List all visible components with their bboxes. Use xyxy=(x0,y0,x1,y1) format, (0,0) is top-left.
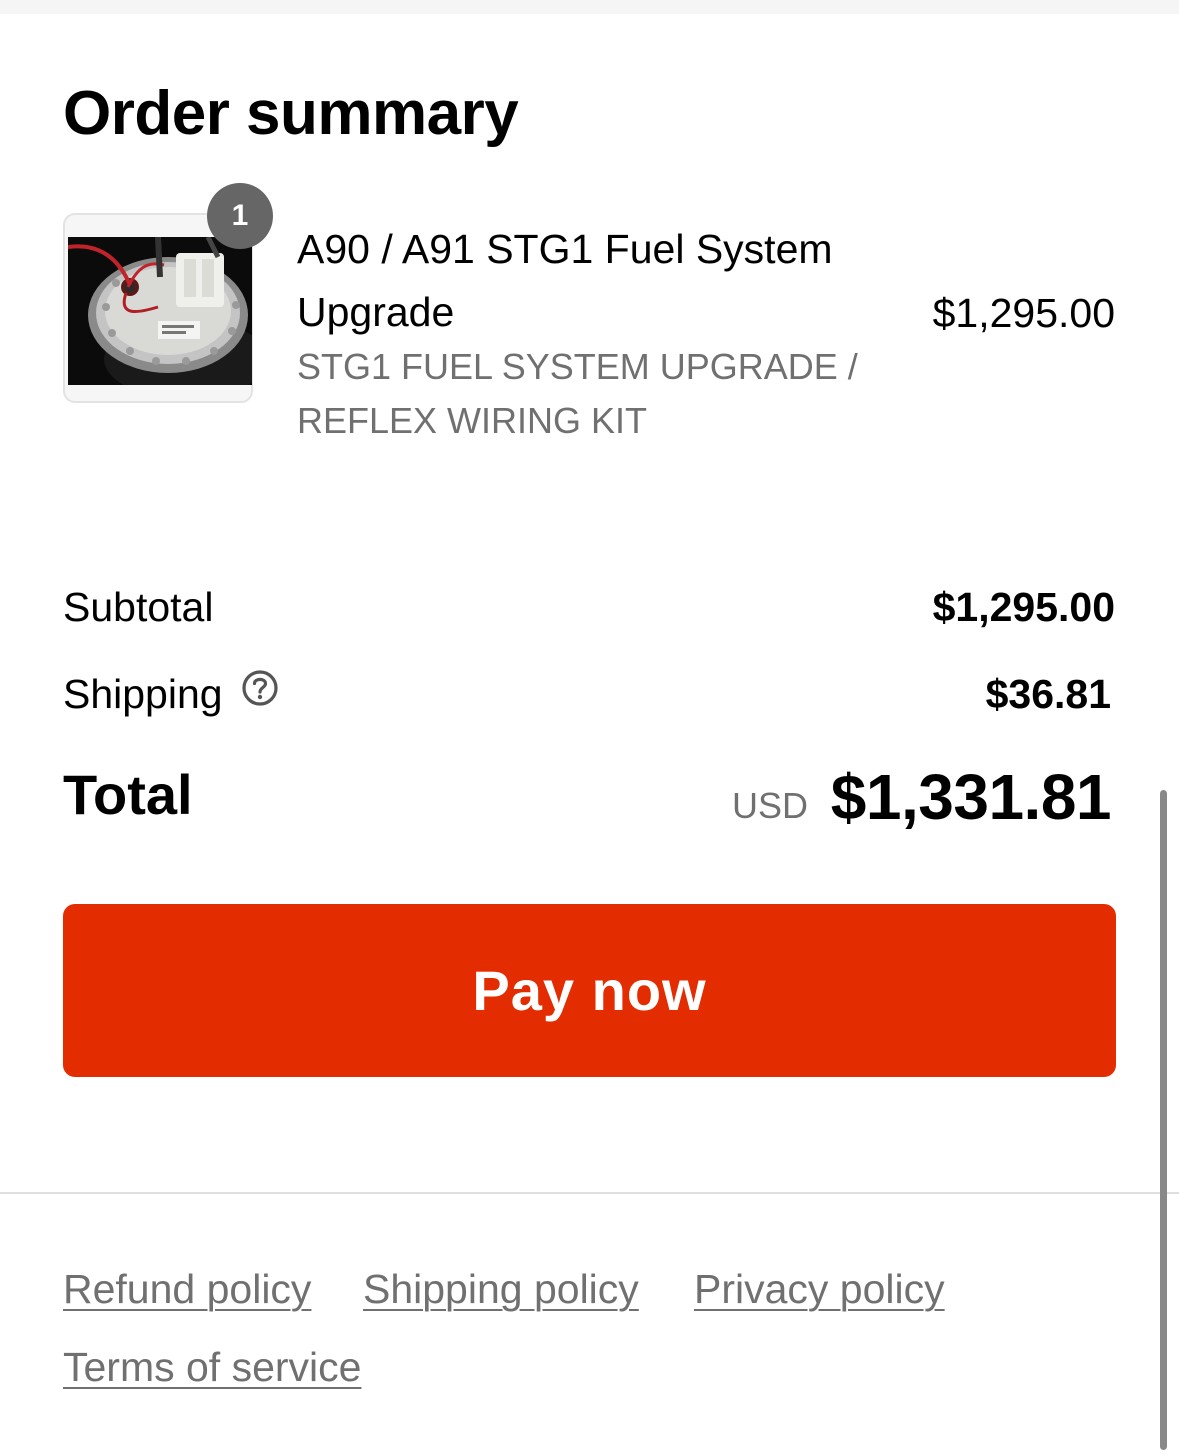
question-circle-icon[interactable] xyxy=(241,669,279,717)
terms-of-service-link[interactable]: Terms of service xyxy=(63,1344,361,1391)
subtotal-label: Subtotal xyxy=(63,584,214,630)
top-strip xyxy=(0,0,1179,14)
refund-policy-link[interactable]: Refund policy xyxy=(63,1266,311,1313)
divider xyxy=(0,1192,1179,1194)
quantity-badge: 1 xyxy=(207,183,273,249)
total-value: $1,331.81 xyxy=(830,761,1112,833)
scrollbar[interactable] xyxy=(1160,790,1167,1450)
total-currency: USD xyxy=(731,785,808,826)
product-name: A90 / A91 STG1 Fuel System Upgrade xyxy=(297,226,833,335)
product-thumbnail: 1 xyxy=(63,183,273,403)
subtotal-value: $1,295.00 xyxy=(932,584,1115,630)
order-summary-title: Order summary xyxy=(63,79,519,148)
shipping-row: Shipping xyxy=(63,669,279,718)
total-label: Total xyxy=(63,763,193,826)
product-price: $1,295.00 xyxy=(932,290,1115,336)
shipping-value: $36.81 xyxy=(985,671,1111,717)
product-variant: STG1 FUEL SYSTEM UPGRADE / REFLEX WIRING… xyxy=(297,346,858,441)
fuel-pump-image xyxy=(68,237,252,385)
shipping-policy-link[interactable]: Shipping policy xyxy=(363,1266,639,1313)
pay-now-button[interactable]: Pay now xyxy=(63,904,1116,1077)
privacy-policy-link[interactable]: Privacy policy xyxy=(694,1266,945,1313)
shipping-label: Shipping xyxy=(63,671,223,717)
